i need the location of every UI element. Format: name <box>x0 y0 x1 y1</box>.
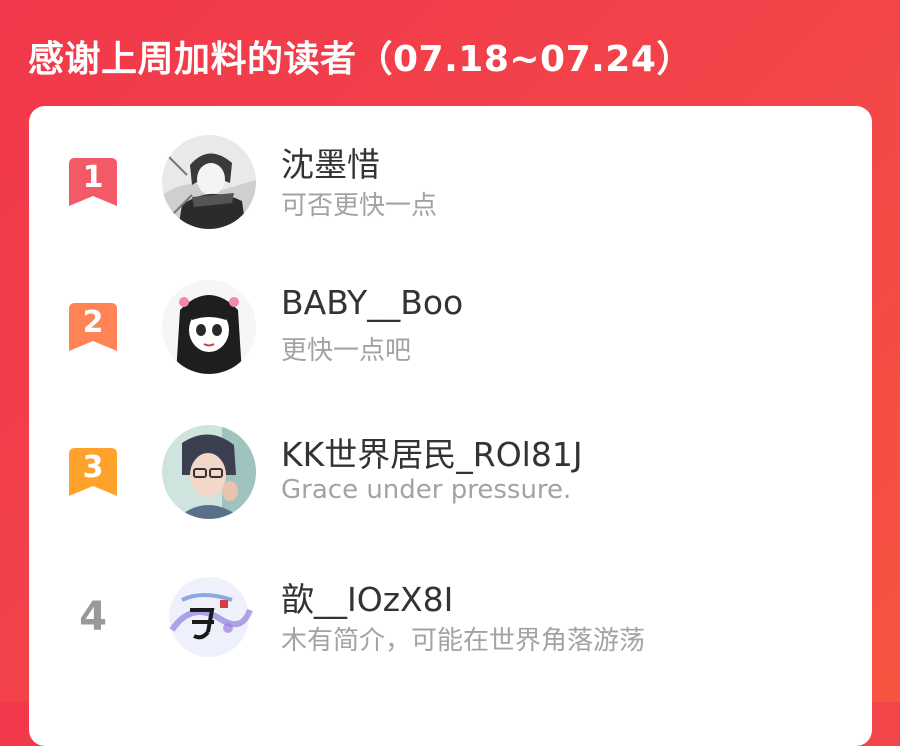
list-item[interactable]: 2 BABY__Boo 更快一点吧 <box>29 251 872 381</box>
reader-leaderboard-card: 1 沈墨惜 可否更快一点 2 BABY__Boo 更快一点吧 3 KK世界居民_… <box>29 106 872 746</box>
manga-boy-avatar-icon[interactable] <box>162 135 256 229</box>
reader-name[interactable]: 歆__IOzX8I <box>281 573 453 621</box>
anime-glasses-avatar-icon[interactable] <box>162 425 256 519</box>
reader-description: 木有简介，可能在世界角落游荡 <box>281 626 646 656</box>
list-item[interactable]: 1 沈墨惜 可否更快一点 <box>29 106 872 236</box>
calligraphy-avatar-icon[interactable] <box>162 570 256 664</box>
reader-name[interactable]: 沈墨惜 <box>281 138 380 186</box>
rank-ribbon-icon: 3 <box>69 448 117 496</box>
reader-description: Grace under pressure. <box>281 475 572 505</box>
rank-number: 2 <box>82 305 104 340</box>
page-title: 感谢上周加料的读者（07.18~07.24） <box>28 39 693 80</box>
reader-name[interactable]: KK世界居民_ROl81J <box>281 428 583 476</box>
reader-name[interactable]: BABY__Boo <box>281 283 463 322</box>
reader-description: 更快一点吧 <box>281 336 412 366</box>
rank-ribbon-icon: 1 <box>69 158 117 206</box>
rank-number: 3 <box>82 450 104 485</box>
rank-number: 4 <box>79 594 107 640</box>
list-item[interactable]: 4 歆__IOzX8I 木有简介，可能在世界角落游荡 <box>29 541 872 671</box>
rank-ribbon-icon: 2 <box>69 303 117 351</box>
rank-number: 1 <box>82 160 104 195</box>
manga-girl-avatar-icon[interactable] <box>162 280 256 374</box>
reader-description: 可否更快一点 <box>281 191 438 221</box>
list-item[interactable]: 3 KK世界居民_ROl81J Grace under pressure. <box>29 396 872 526</box>
